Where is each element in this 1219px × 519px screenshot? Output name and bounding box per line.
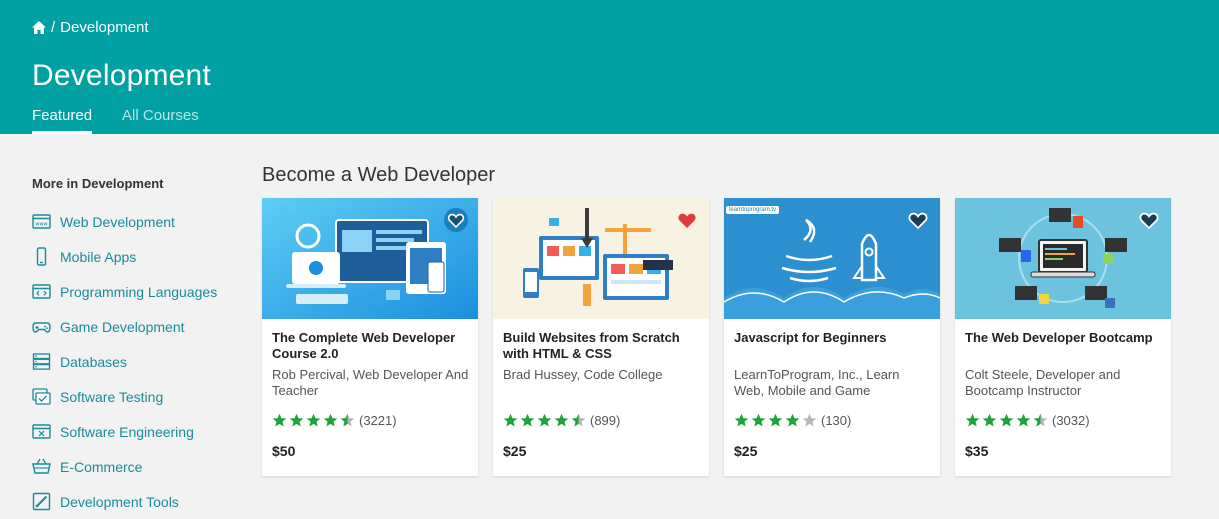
breadcrumb: / Development <box>32 19 149 36</box>
course-author: Brad Hussey, Code College <box>503 367 663 382</box>
star-full-icon <box>768 413 783 426</box>
wishlist-heart-icon[interactable] <box>444 208 468 232</box>
review-count: (130) <box>821 412 852 428</box>
sidebar-item-development-tools[interactable]: Development Tools <box>32 484 232 519</box>
star-full-icon <box>965 413 980 426</box>
star-full-icon <box>503 413 518 426</box>
star-full-icon <box>554 413 569 426</box>
star-full-icon <box>734 413 749 426</box>
home-icon[interactable] <box>32 21 46 34</box>
star-full-icon <box>999 413 1014 426</box>
course-author: Colt Steele, Developer and Bootcamp Inst… <box>965 367 1121 398</box>
course-card[interactable]: Build Websites from Scratch with HTML & … <box>493 198 709 476</box>
course-price: $25 <box>734 443 758 459</box>
course-price: $50 <box>272 443 296 459</box>
database-icon <box>32 352 51 371</box>
star-rating: (3221) <box>272 411 469 429</box>
tab-featured[interactable]: Featured <box>32 107 93 134</box>
breadcrumb-current[interactable]: Development <box>60 19 148 36</box>
star-full-icon <box>289 413 304 426</box>
star-empty-icon <box>802 413 817 426</box>
star-full-icon <box>306 413 321 426</box>
review-count: (3221) <box>359 412 397 428</box>
sidebar: More in Development www Web Development … <box>32 176 232 519</box>
tab-bar: Featured All Courses <box>32 107 199 134</box>
sidebar-item-label: Development Tools <box>60 493 179 510</box>
course-list: The Complete Web Developer Course 2.0 Ro… <box>262 198 1171 476</box>
course-title[interactable]: Javascript for Beginners <box>734 330 931 366</box>
star-full-icon <box>982 413 997 426</box>
star-full-icon <box>323 413 338 426</box>
sidebar-item-label: Databases <box>60 353 127 370</box>
sidebar-item-label: Software Testing <box>60 388 164 405</box>
review-count: (899) <box>590 412 621 428</box>
sidebar-item-game-development[interactable]: Game Development <box>32 309 232 344</box>
star-half-icon <box>340 413 355 426</box>
mobile-phone-icon <box>32 247 51 266</box>
course-title[interactable]: The Complete Web Developer Course 2.0 <box>272 330 469 366</box>
sidebar-title: More in Development <box>32 176 164 191</box>
star-full-icon <box>537 413 552 426</box>
star-full-icon <box>751 413 766 426</box>
course-thumbnail <box>262 198 478 319</box>
star-full-icon <box>520 413 535 426</box>
sidebar-item-web-development[interactable]: www Web Development <box>32 204 232 239</box>
engineering-icon <box>32 422 51 441</box>
star-rating: (899) <box>503 411 700 429</box>
wishlist-heart-icon[interactable] <box>906 208 930 232</box>
course-price: $35 <box>965 443 989 459</box>
sidebar-item-mobile-apps[interactable]: Mobile Apps <box>32 239 232 274</box>
page-title: Development <box>32 59 211 92</box>
star-rating: (3032) <box>965 411 1162 429</box>
wishlist-heart-icon[interactable] <box>1137 208 1161 232</box>
category-header: / Development Development Featured All C… <box>0 0 1219 134</box>
sidebar-item-label: Game Development <box>60 318 185 335</box>
learntoprogram-logo: learntoprogram.tv <box>726 206 780 214</box>
sidebar-item-software-engineering[interactable]: Software Engineering <box>32 414 232 449</box>
sidebar-item-label: Programming Languages <box>60 283 218 300</box>
sidebar-item-e-commerce[interactable]: E-Commerce <box>32 449 232 484</box>
course-card[interactable]: The Complete Web Developer Course 2.0 Ro… <box>262 198 478 476</box>
basket-icon <box>32 457 51 476</box>
sidebar-item-software-testing[interactable]: Software Testing <box>32 379 232 414</box>
sidebar-item-label: Mobile Apps <box>60 248 137 265</box>
sidebar-item-label: E-Commerce <box>60 458 143 475</box>
star-full-icon <box>785 413 800 426</box>
sidebar-item-programming-languages[interactable]: Programming Languages <box>32 274 232 309</box>
breadcrumb-separator: / <box>51 19 56 36</box>
sidebar-item-databases[interactable]: Databases <box>32 344 232 379</box>
course-title[interactable]: Build Websites from Scratch with HTML & … <box>503 330 700 366</box>
course-thumbnail: learntoprogram.tv <box>724 198 940 319</box>
tab-all-courses[interactable]: All Courses <box>122 107 199 134</box>
sidebar-item-label: Software Engineering <box>60 423 194 440</box>
star-full-icon <box>1016 413 1031 426</box>
gamepad-icon <box>32 317 51 336</box>
wishlist-heart-icon[interactable] <box>675 208 699 232</box>
course-card[interactable]: learntoprogram.tv Javascript for Beginne… <box>724 198 940 476</box>
code-window-icon <box>32 282 51 301</box>
browser-icon: www <box>32 212 51 231</box>
course-thumbnail <box>955 198 1171 319</box>
course-thumbnail <box>493 198 709 319</box>
testing-icon <box>32 387 51 406</box>
review-count: (3032) <box>1052 412 1090 428</box>
tools-icon <box>32 492 51 511</box>
star-half-icon <box>571 413 586 426</box>
course-card[interactable]: The Web Developer Bootcamp Colt Steele, … <box>955 198 1171 476</box>
course-price: $25 <box>503 443 527 459</box>
svg-text:www: www <box>35 222 47 228</box>
star-rating: (130) <box>734 411 931 429</box>
section-title: Become a Web Developer <box>262 164 496 186</box>
star-full-icon <box>272 413 287 426</box>
course-author: Rob Percival, Web Developer And Teacher <box>272 367 469 398</box>
course-title[interactable]: The Web Developer Bootcamp <box>965 330 1162 366</box>
course-author: LearnToProgram, Inc., Learn Web, Mobile … <box>734 367 900 398</box>
star-half-icon <box>1033 413 1048 426</box>
sidebar-item-label: Web Development <box>60 213 175 230</box>
